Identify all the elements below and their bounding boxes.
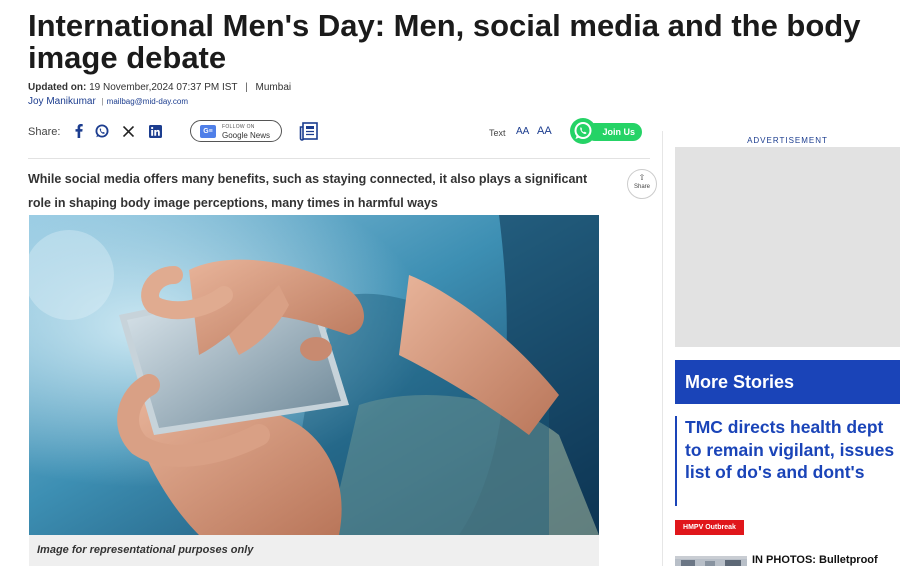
text-size-increase-button[interactable]: AA <box>537 125 552 137</box>
image-caption: Image for representational purposes only <box>37 544 254 556</box>
google-news-follow-label: FOLLOW ON <box>222 124 255 130</box>
advertisement-label: ADVERTISEMENT <box>747 136 828 145</box>
whatsapp-join-icon <box>570 118 596 144</box>
whatsapp-join-button[interactable]: Join Us <box>570 118 642 144</box>
updated-date: 19 November,2024 07:37 PM IST <box>89 82 238 93</box>
article-subheadline: While social media offers many benefits,… <box>28 172 588 210</box>
floating-share-label: Share <box>633 184 650 190</box>
divider <box>28 158 650 159</box>
x-icon[interactable] <box>122 122 134 140</box>
story-item[interactable]: TMC directs health dept to remain vigila… <box>675 416 902 506</box>
column-divider <box>662 131 663 566</box>
text-size-decrease-button[interactable]: AA <box>516 126 529 137</box>
article-headline: International Men's Day: Men, social med… <box>28 8 861 75</box>
more-stories-title: More Stories <box>685 372 795 392</box>
share-label: Share: <box>28 126 61 138</box>
story-thumbnail[interactable] <box>675 556 747 566</box>
more-stories-header: More Stories <box>675 360 900 404</box>
google-news-follow-button[interactable]: G≡ FOLLOW ON Google News <box>190 120 282 142</box>
google-news-icon: G≡ <box>200 125 216 138</box>
google-news-name: Google News <box>222 131 271 140</box>
epaper-icon[interactable] <box>298 121 320 141</box>
whatsapp-icon[interactable] <box>95 122 109 140</box>
story-title[interactable]: IN PHOTOS: Bulletproof <box>752 554 878 566</box>
article-location: Mumbai <box>255 82 292 93</box>
author-link[interactable]: Joy Manikumar <box>28 96 96 107</box>
image-caption-bar: Image for representational purposes only <box>29 535 599 566</box>
floating-share-button[interactable]: ⇧ Share <box>627 169 657 199</box>
share-icon: ⇧ <box>638 173 646 182</box>
byline: Joy Manikumar mailbag@mid-day.com <box>28 96 188 107</box>
text-size-label: Text <box>489 128 506 138</box>
meta-separator: | <box>245 82 248 93</box>
facebook-icon[interactable] <box>74 122 84 140</box>
share-bar: Share: G≡ FOLLOW ON Google News Text AA … <box>28 118 650 146</box>
article-meta: Updated on: 19 November,2024 07:37 PM IS… <box>28 82 291 93</box>
advertisement-slot[interactable] <box>675 147 900 347</box>
author-email[interactable]: mailbag@mid-day.com <box>102 97 188 106</box>
updated-label: Updated on: <box>28 82 87 93</box>
article-hero-image <box>29 215 599 535</box>
story-tag[interactable]: HMPV Outbreak <box>675 520 744 535</box>
story-tag-label: HMPV Outbreak <box>683 524 736 531</box>
linkedin-icon[interactable] <box>148 122 162 140</box>
story-title[interactable]: TMC directs health dept to remain vigila… <box>685 416 900 484</box>
